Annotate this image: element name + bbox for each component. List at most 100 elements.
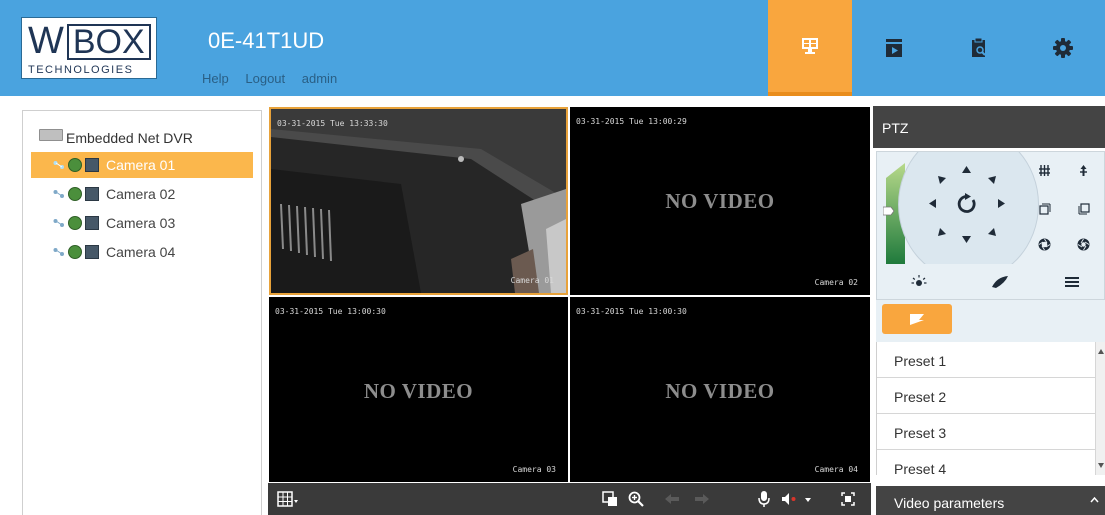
iris-open-button[interactable] <box>1038 238 1051 251</box>
film-icon <box>85 158 99 172</box>
tree-item-label: Camera 01 <box>106 157 176 173</box>
film-icon <box>85 245 99 259</box>
link-icon <box>53 161 64 169</box>
tab-playback[interactable] <box>852 0 936 96</box>
iris-close-button[interactable] <box>1077 238 1090 251</box>
preset-flag-icon <box>910 314 924 325</box>
preset-list: Preset 1 Preset 2 Preset 3 Preset 4 <box>876 342 1105 475</box>
arrow-up-icon <box>962 166 971 173</box>
zoom-in-button[interactable] <box>624 488 648 510</box>
more-menu-button[interactable] <box>1064 274 1080 290</box>
tab-configuration[interactable] <box>1021 0 1105 96</box>
osd-camera-name: Camera 03 <box>512 465 556 474</box>
tree-item-label: Camera 04 <box>106 244 176 260</box>
globe-icon <box>68 216 82 230</box>
link-icon <box>53 219 64 227</box>
osd-timestamp: 03-31-2015 Tue 13:33:30 <box>277 119 388 128</box>
tab-log[interactable] <box>937 0 1021 96</box>
video-toolbar <box>268 483 871 515</box>
top-links: Help Logout admin <box>202 71 350 86</box>
arrow-down-left-icon <box>937 227 946 236</box>
help-link[interactable]: Help <box>202 71 229 86</box>
focus-far-button[interactable] <box>1077 202 1090 215</box>
ptz-right-button[interactable] <box>995 197 1008 210</box>
preset-item[interactable]: Preset 2 <box>877 378 1097 414</box>
preset-item[interactable]: Preset 4 <box>877 450 1097 475</box>
scroll-down-icon <box>1098 463 1104 468</box>
tree-root-dvr[interactable]: Embedded Net DVR <box>39 129 193 146</box>
monitor-icon <box>802 38 818 54</box>
microphone-button[interactable] <box>752 488 776 510</box>
device-tree: Embedded Net DVR Camera 01 Camera 02 Cam… <box>22 110 262 515</box>
arrow-down-icon <box>962 236 971 243</box>
layout-button[interactable] <box>276 488 300 510</box>
globe-icon <box>68 158 82 172</box>
no-video-message: NO VIDEO <box>665 379 775 403</box>
menu-icon <box>1065 277 1079 287</box>
ptz-auto-button[interactable] <box>952 189 982 219</box>
previous-page-button[interactable] <box>660 488 684 510</box>
focus-near-button[interactable] <box>1038 202 1051 215</box>
video-pane-4[interactable]: 03-31-2015 Tue 13:00:30 NO VIDEO Camera … <box>570 297 870 482</box>
fullscreen-icon <box>841 492 855 506</box>
video-parameters-header[interactable]: Video parameters <box>876 486 1105 515</box>
video-pane-3[interactable]: 03-31-2015 Tue 13:00:30 NO VIDEO Camera … <box>269 297 568 482</box>
device-name: 0E-41T1UD <box>208 28 325 53</box>
microphone-icon <box>758 491 770 507</box>
ptz-up-right-button[interactable] <box>985 173 998 186</box>
zoom-in-icon <box>628 491 644 507</box>
osd-camera-name: Camera 04 <box>814 465 858 474</box>
video-pane-1[interactable]: 03-31-2015 Tue 13:33:30 Camera 01 <box>269 107 568 295</box>
logout-link[interactable]: Logout <box>245 71 285 86</box>
wiper-icon <box>992 276 1008 288</box>
osd-camera-name: Camera 02 <box>814 278 858 287</box>
scroll-up-icon <box>1098 349 1104 354</box>
stop-all-icon <box>602 491 617 506</box>
wiper-button[interactable] <box>991 274 1009 290</box>
arrow-right-icon <box>998 199 1005 208</box>
tree-item-label: Camera 02 <box>106 186 176 202</box>
next-page-button[interactable] <box>690 488 714 510</box>
preset-item[interactable]: Preset 3 <box>877 414 1097 450</box>
volume-button[interactable] <box>780 488 814 510</box>
ptz-down-left-button[interactable] <box>935 225 948 238</box>
tab-preset[interactable] <box>882 304 952 334</box>
ptz-up-left-button[interactable] <box>935 173 948 186</box>
logo-subtitle: TECHNOLOGIES <box>28 64 134 76</box>
ptz-down-right-button[interactable] <box>985 225 998 238</box>
link-icon <box>53 248 64 256</box>
tree-item-camera-04[interactable]: Camera 04 <box>31 239 253 265</box>
ptz-down-button[interactable] <box>960 233 973 246</box>
ptz-tools-row <box>876 264 1105 300</box>
no-video-message: NO VIDEO <box>363 379 474 403</box>
preset-item[interactable]: Preset 1 <box>877 342 1097 378</box>
tab-live-view[interactable] <box>768 0 852 96</box>
stop-all-button[interactable] <box>598 488 622 510</box>
zoom-in-lens-icon <box>1039 165 1050 176</box>
video-pane-2[interactable]: 03-31-2015 Tue 13:00:29 NO VIDEO Camera … <box>570 107 870 295</box>
arrow-up-left-icon <box>937 175 946 184</box>
logo-box-text: BOX <box>66 24 151 60</box>
osd-timestamp: 03-31-2015 Tue 13:00:30 <box>576 307 687 316</box>
previous-page-icon <box>665 494 679 504</box>
ptz-up-button[interactable] <box>960 163 973 176</box>
tree-item-camera-02[interactable]: Camera 02 <box>31 181 253 207</box>
ptz-control-area <box>876 151 1105 271</box>
arrow-up-right-icon <box>987 175 996 184</box>
user-name: admin <box>301 71 338 86</box>
no-video-message: NO VIDEO <box>665 189 775 213</box>
arrow-down-right-icon <box>987 227 996 236</box>
zoom-in-ptz-button[interactable] <box>1038 164 1051 177</box>
video-parameters-label: Video parameters <box>894 495 1005 511</box>
fullscreen-button[interactable] <box>836 488 860 510</box>
video-grid: 03-31-2015 Tue 13:33:30 Camera 01 03-31-… <box>268 106 871 483</box>
ptz-left-button[interactable] <box>926 197 939 210</box>
tree-item-camera-01[interactable]: Camera 01 <box>31 152 253 178</box>
top-header: W BOX TECHNOLOGIES 0E-41T1UD Help Logout … <box>0 0 1105 96</box>
arrow-left-icon <box>929 199 936 208</box>
preset-scrollbar[interactable] <box>1095 342 1105 475</box>
zoom-out-ptz-button[interactable] <box>1077 164 1090 177</box>
light-button[interactable] <box>911 274 927 290</box>
film-icon <box>85 187 99 201</box>
tree-item-camera-03[interactable]: Camera 03 <box>31 210 253 236</box>
